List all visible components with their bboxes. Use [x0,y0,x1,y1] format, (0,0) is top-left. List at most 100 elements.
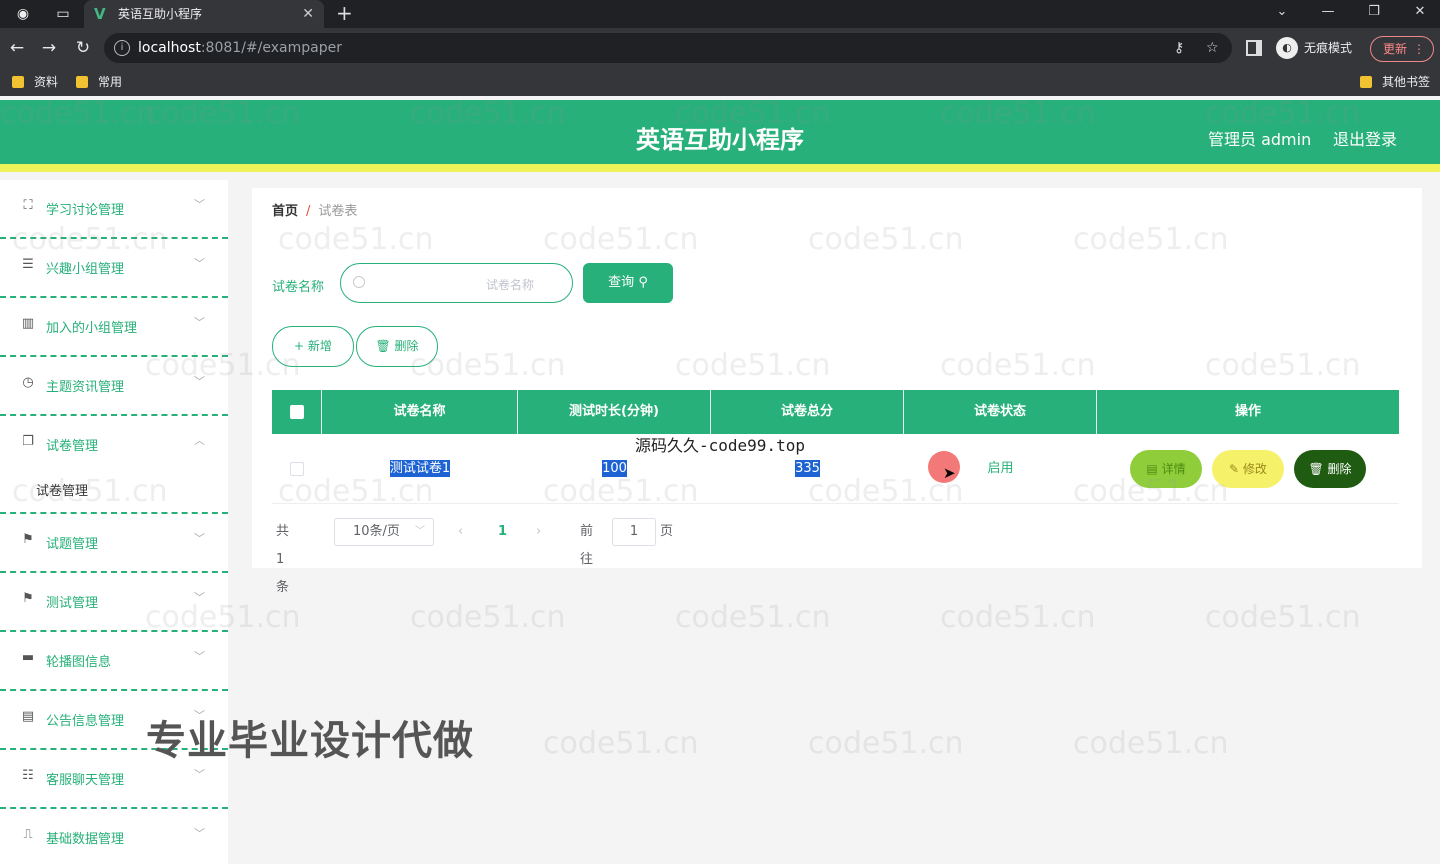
add-button[interactable]: + 新增 [272,326,354,367]
ad-overlay-text: 专业毕业设计代做 [146,718,474,764]
more-icon: ⋮ [1413,42,1425,56]
chevron-down-icon: ﹀ [194,768,205,781]
search-placeholder: 试卷名称 [486,278,535,292]
chevron-down-icon: ﹀ [194,827,205,840]
address-bar-row: ← → ↻ i localhost:8081/#/exampaper ⚷ ☆ ◐… [0,28,1440,68]
other-bookmarks[interactable]: 其他书签 [1360,74,1430,90]
edit-button-label: 修改 [1242,462,1267,476]
sidebar-item-question[interactable]: ⚑ 试题管理 ﹀ [0,514,228,573]
breadcrumb: 首页 / 试卷表 [272,200,357,219]
goto-label: 前往 [580,524,594,567]
breadcrumb-separator: / [306,204,311,219]
sidebar-item-joined-group[interactable]: ▥ 加入的小组管理 ﹀ [0,298,228,357]
user-name[interactable]: 管理员 admin [1208,126,1311,150]
new-tab-icon[interactable]: + [336,0,353,26]
key-icon[interactable]: ⚷ [1174,33,1184,63]
incognito-indicator[interactable]: ◐ 无痕模式 [1276,36,1352,60]
sidebar-subitem-exam-paper[interactable]: 试卷管理 [0,462,228,514]
breadcrumb-home[interactable]: 首页 [272,204,298,219]
sidebar-item-basic-data[interactable]: ⎍ 基础数据管理 ﹀ [0,809,228,864]
detail-button[interactable]: ▤ 详情 [1130,450,1202,488]
search-icon [353,276,365,288]
sidebar-item-carousel[interactable]: ▬ 轮播图信息 ﹀ [0,632,228,691]
close-window-icon[interactable]: ✕ [1402,0,1438,28]
sidebar-item-label: 学习讨论管理 [46,203,125,218]
edit-icon: ✎ [1229,462,1243,476]
app-header: 英语互助小程序 管理员 admin 退出登录 [0,100,1440,172]
paper-duration: 100 [602,460,627,477]
column-header[interactable]: 试卷名称 [322,390,518,434]
reload-icon[interactable]: ↻ [72,37,94,59]
column-header[interactable]: 试卷总分 [711,390,904,434]
sidebar-item-interest-group[interactable]: ☰ 兴趣小组管理 ﹀ [0,239,228,298]
column-header[interactable]: 测试时长(分钟) [518,390,711,434]
delete-row-label: 删除 [1327,462,1352,476]
search-input[interactable]: 试卷名称 [340,263,573,303]
url-path: :8081/#/exampaper [200,40,342,56]
logout-link[interactable]: 退出登录 [1333,126,1397,150]
copy-icon: ❐ [22,434,34,449]
delete-button[interactable]: 🗑 删除 [1294,450,1366,488]
select-all-checkbox[interactable] [290,405,304,419]
total-count: 共 1 条 [276,524,290,595]
bookmark-folder-1[interactable]: 资料 [12,74,58,90]
bookmark-star-icon[interactable]: ☆ [1206,33,1219,63]
browser-menu-icon[interactable]: ◉ [14,5,32,23]
url-host: localhost [138,40,201,56]
incognito-label: 无痕模式 [1304,41,1353,55]
list-icon: ☰ [22,257,34,272]
chevron-down-icon: ﹀ [194,198,205,211]
restore-icon[interactable]: ❐ [1356,0,1392,28]
sidebar-item-label: 基础数据管理 [46,832,125,847]
monitor-icon: ▬ [21,650,35,665]
bookmarks-bar: 资料 常用 其他书签 [0,68,1440,96]
sidebar-item-label: 客服聊天管理 [46,773,125,788]
vue-logo-icon: V [94,5,106,23]
minimize-icon[interactable]: — [1310,0,1346,28]
main-content: 首页 / 试卷表 试卷名称 试卷名称 查询 ⚲ + 新增 🗑 删除 试卷名称 测试时… [252,188,1422,595]
delete-button-label: 删除 [394,339,419,353]
bookmark-folder-2[interactable]: 常用 [76,74,122,90]
goto-page-input[interactable]: 1 [612,518,656,546]
next-page-icon[interactable]: › [536,518,541,546]
tab-search-icon[interactable]: ⌄ [1264,0,1300,28]
update-button[interactable]: 更新 ⋮ [1370,36,1434,62]
page-number[interactable]: 1 [498,518,507,546]
browser-tab[interactable]: V 英语互助小程序 ✕ [84,0,324,28]
sidebar-item-label: 测试管理 [46,596,99,611]
flag-icon: ⚑ [22,591,34,606]
chevron-up-icon: ︿ [194,434,205,447]
url-input[interactable]: i localhost:8081/#/exampaper ⚷ ☆ [104,33,1232,63]
chevron-down-icon: ﹀ [194,375,205,388]
site-info-icon[interactable]: i [114,40,130,56]
library-icon: ▥ [21,316,35,331]
chevron-down-icon: ﹀ [194,591,205,604]
paper-status: 启用 [987,461,1014,476]
document-icon: ▤ [1146,462,1162,476]
expand-icon: ⛶ [23,198,33,213]
detail-button-label: 详情 [1161,462,1186,476]
sidebar-item-label: 公告信息管理 [46,714,125,729]
batch-delete-button[interactable]: 🗑 删除 [356,326,438,367]
column-header[interactable]: 试卷状态 [904,390,1097,434]
edit-button[interactable]: ✎ 修改 [1212,450,1284,488]
query-button[interactable]: 查询 ⚲ [583,263,673,303]
page-size-select[interactable]: 10条/页 ﹀ [334,518,434,546]
sidebar-item-test[interactable]: ⚑ 测试管理 ﹀ [0,573,228,632]
bookmark-label: 资料 [34,75,59,89]
sidebar-item-topic-news[interactable]: ◷ 主题资讯管理 ﹀ [0,357,228,416]
chevron-down-icon: ﹀ [415,526,425,537]
breadcrumb-current: 试卷表 [318,204,358,219]
side-panel-icon[interactable] [1246,40,1262,56]
sidebar-item-label: 兴趣小组管理 [46,262,125,277]
tab-overview-icon[interactable]: ▭ [54,5,72,23]
prev-page-icon[interactable]: ‹ [458,518,463,546]
folder-icon [76,76,88,88]
back-icon[interactable]: ← [6,37,28,59]
search-icon: ⚲ [638,275,648,290]
forward-icon[interactable]: → [38,37,60,59]
row-checkbox[interactable] [290,462,304,476]
sidebar-item-study-discussion[interactable]: ⛶ 学习讨论管理 ﹀ [0,180,228,239]
chevron-down-icon: ﹀ [194,257,205,270]
close-tab-icon[interactable]: ✕ [302,0,314,28]
